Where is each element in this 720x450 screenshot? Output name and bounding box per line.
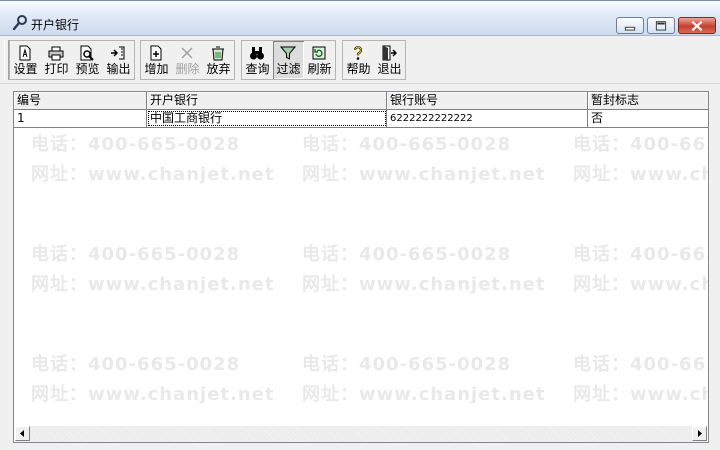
column-header-frozen-flag[interactable]: 暂封标志	[588, 92, 708, 109]
bank-account-window: 开户银行 设置 打印 预览 输出 增加 删除 放弃 查询 过滤 刷新 帮助 退出…	[0, 0, 720, 450]
arrow-left-icon	[20, 430, 24, 437]
watermark-site: 网址：www.chanjet.net	[573, 274, 709, 295]
toolbar-group-query: 查询 过滤 刷新	[241, 40, 336, 80]
close-icon	[691, 21, 703, 32]
watermark-phone: 电话：400-665-0028	[302, 244, 512, 265]
grid-header-row: 编号 开户银行 银行账号 暂封标志	[14, 92, 708, 110]
column-header-number[interactable]: 编号	[14, 92, 147, 109]
help-label: 帮助	[346, 62, 371, 76]
preview-label: 预览	[75, 62, 100, 76]
setup-button[interactable]: 设置	[10, 41, 41, 79]
watermark-site: 网址：www.chanjet.net	[31, 384, 275, 405]
minimize-button[interactable]	[616, 17, 644, 34]
watermark-layer: 电话：400-665-0028 网址：www.chanjet.net 电话：40…	[14, 92, 709, 442]
watermark-phone: 电话：400-665-0028	[302, 134, 512, 155]
watermark-site: 网址：www.chanjet.net	[573, 384, 709, 405]
horizontal-scrollbar[interactable]	[15, 426, 707, 442]
refresh-label: 刷新	[307, 62, 332, 76]
bank-data-grid[interactable]: 电话：400-665-0028 网址：www.chanjet.net 电话：40…	[13, 91, 709, 443]
cell-number[interactable]: 1	[14, 110, 147, 127]
watermark-phone: 电话：400-665-0028	[31, 134, 241, 155]
exit-button[interactable]: 退出	[374, 41, 405, 79]
title-bar[interactable]: 开户银行	[0, 1, 720, 36]
query-label: 查询	[245, 62, 270, 76]
filter-funnel-icon	[280, 46, 296, 60]
toolbar: 设置 打印 预览 输出 增加 删除 放弃 查询 过滤 刷新 帮助 退出	[0, 36, 720, 84]
watermark-phone: 电话：400-665-0028	[302, 354, 512, 375]
setup-label: 设置	[13, 62, 38, 76]
watermark-phone: 电话：400-665-0028	[31, 354, 241, 375]
watermark-site: 网址：www.chanjet.net	[31, 164, 275, 185]
scroll-left-button[interactable]	[15, 426, 30, 441]
cell-frozen-flag[interactable]: 否	[588, 110, 708, 127]
refresh-button[interactable]: 刷新	[304, 41, 335, 79]
watermark-site: 网址：www.chanjet.net	[302, 274, 546, 295]
watermark-site: 网址：www.chanjet.net	[31, 274, 275, 295]
cell-bank[interactable]: 中国工商银行	[147, 110, 387, 127]
arrow-right-icon	[698, 430, 702, 437]
window-title: 开户银行	[31, 18, 80, 32]
help-question-icon	[353, 46, 363, 60]
binoculars-icon	[250, 47, 264, 60]
table-row[interactable]: 1 中国工商银行 6222222222222 否	[14, 110, 708, 128]
watermark-phone: 电话：400-665-0028	[573, 244, 708, 265]
add-document-icon	[150, 45, 162, 61]
add-label: 增加	[144, 62, 169, 76]
scrollbar-track[interactable]	[30, 426, 692, 442]
minimize-icon	[624, 26, 636, 31]
export-button[interactable]: 输出	[103, 41, 134, 79]
toolbar-group-edit: 增加 删除 放弃	[140, 40, 235, 80]
watermark-site: 网址：www.chanjet.net	[302, 164, 546, 185]
export-icon	[111, 46, 125, 60]
print-button[interactable]: 打印	[41, 41, 72, 79]
maximize-button[interactable]	[647, 17, 675, 34]
watermark-phone: 电话：400-665-0028	[573, 134, 708, 155]
page-setup-icon	[19, 45, 31, 61]
watermark-site: 网址：www.chanjet.net	[573, 164, 709, 185]
column-header-account[interactable]: 银行账号	[387, 92, 588, 109]
maximize-icon	[655, 21, 667, 31]
watermark-phone: 电话：400-665-0028	[31, 244, 241, 265]
filter-button[interactable]: 过滤	[273, 41, 304, 79]
scroll-right-button[interactable]	[692, 426, 707, 441]
delete-label: 删除	[175, 62, 200, 76]
preview-button[interactable]: 预览	[72, 41, 103, 79]
exit-door-icon	[382, 45, 397, 61]
help-button[interactable]: 帮助	[343, 41, 374, 79]
exit-label: 退出	[377, 62, 402, 76]
toolbar-group-help: 帮助 退出	[342, 40, 406, 80]
wrench-search-icon	[12, 15, 27, 31]
discard-label: 放弃	[206, 62, 231, 76]
filter-label: 过滤	[276, 62, 301, 76]
printer-icon	[48, 46, 64, 61]
delete-button[interactable]: 删除	[172, 41, 203, 79]
cell-account[interactable]: 6222222222222	[387, 110, 588, 127]
print-preview-icon	[80, 45, 94, 61]
add-button[interactable]: 增加	[141, 41, 172, 79]
watermark-site: 网址：www.chanjet.net	[302, 384, 546, 405]
discard-button[interactable]: 放弃	[203, 41, 234, 79]
delete-x-icon	[181, 47, 193, 59]
query-button[interactable]: 查询	[242, 41, 273, 79]
close-button[interactable]	[678, 17, 716, 34]
column-header-bank[interactable]: 开户银行	[147, 92, 387, 109]
print-label: 打印	[44, 62, 69, 76]
toolbar-group-output: 设置 打印 预览 输出	[9, 40, 135, 80]
watermark-phone: 电话：400-665-0028	[573, 354, 708, 375]
export-label: 输出	[106, 62, 131, 76]
discard-icon	[212, 46, 224, 61]
refresh-icon	[312, 46, 326, 60]
